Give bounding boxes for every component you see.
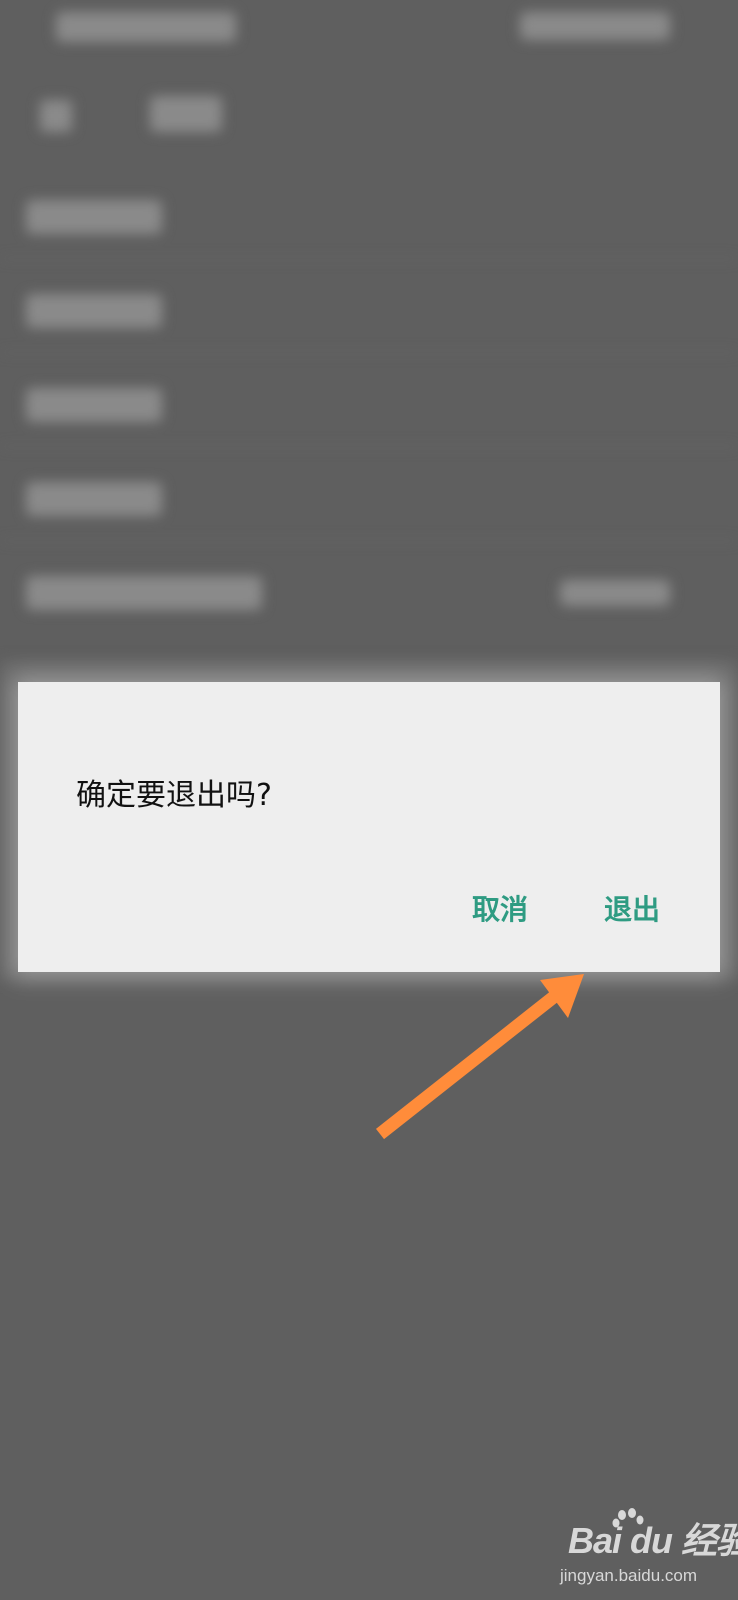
exit-button[interactable]: 退出 (604, 888, 660, 928)
row-divider (0, 352, 738, 353)
setting-row-value-blob (560, 580, 670, 606)
status-right-blob (520, 12, 670, 40)
setting-row-blob-4 (26, 482, 162, 516)
row-divider (0, 258, 738, 259)
dialog-message: 确定要退出吗? (76, 778, 272, 813)
setting-row-blob-5 (26, 576, 262, 610)
status-left-blob (56, 12, 236, 42)
dialog-actions: 取消 退出 (472, 888, 660, 928)
baidu-logo: Bai du 经验 (568, 1520, 738, 1561)
status-bar (0, 0, 738, 56)
logout-confirm-dialog: 确定要退出吗? 取消 退出 (18, 682, 720, 972)
setting-row-blob-3 (26, 388, 162, 422)
header-title-blob (150, 96, 222, 132)
watermark-domain: jingyan.baidu.com (560, 1566, 698, 1585)
setting-row-blob-1 (26, 200, 162, 234)
row-divider (0, 540, 738, 541)
cancel-button[interactable]: 取消 (472, 888, 528, 928)
back-arrow-icon (40, 100, 72, 132)
baidu-watermark: Bai du 经验 jingyan.baidu.com (560, 1508, 738, 1592)
row-divider (0, 446, 738, 447)
baidu-paw-icon (612, 1508, 644, 1528)
setting-row-blob-2 (26, 294, 162, 328)
